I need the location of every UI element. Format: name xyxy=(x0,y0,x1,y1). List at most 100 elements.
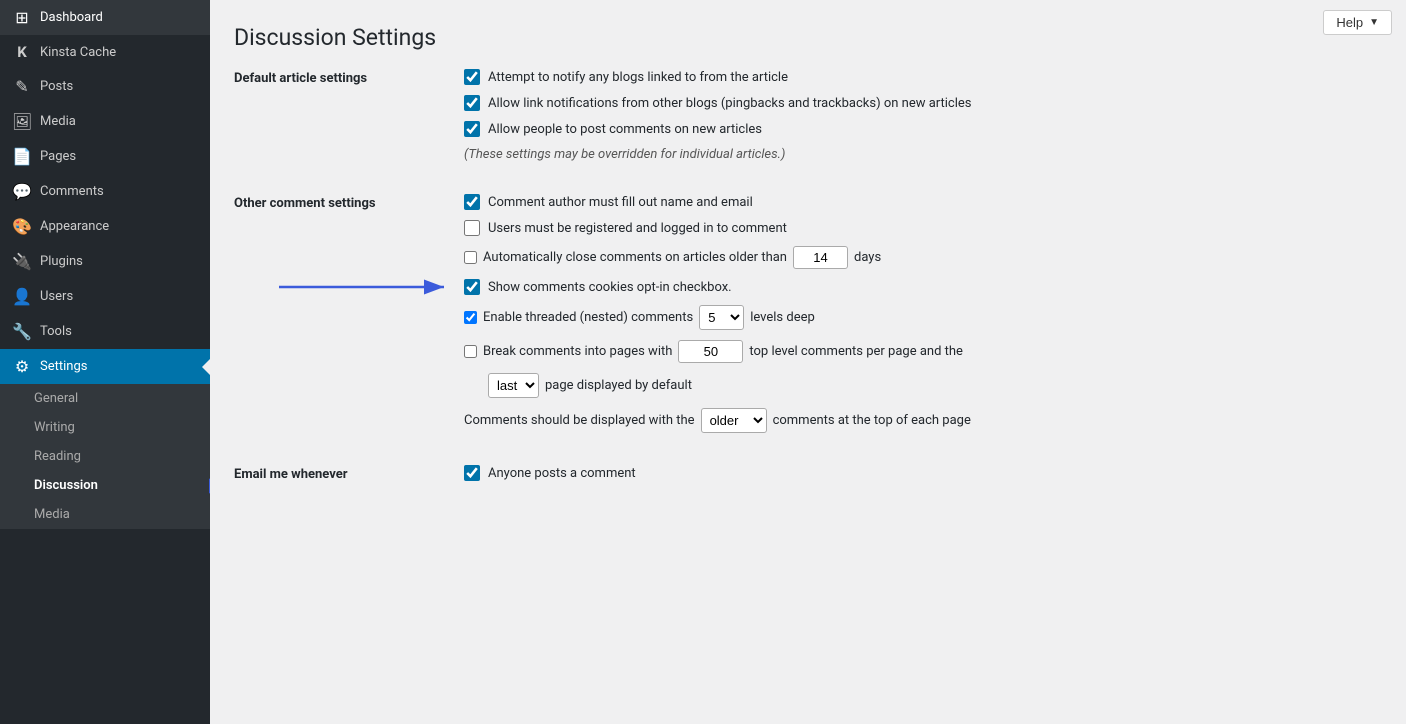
select-page-displayed[interactable]: first last xyxy=(488,373,539,398)
label-page-displayed: page displayed by default xyxy=(545,378,692,393)
submenu-item-media-settings[interactable]: Media xyxy=(0,500,210,529)
help-button[interactable]: Help ▼ xyxy=(1323,10,1392,35)
cookies-arrow-annotation xyxy=(279,276,454,298)
label-auto-close-after: days xyxy=(854,250,881,265)
media-icon: 🖼 xyxy=(12,112,32,131)
checkbox-allow-comments-label: Allow people to post comments on new art… xyxy=(488,122,762,137)
label-author-name-email: Comment author must fill out name and em… xyxy=(488,195,753,210)
article-settings-note: (These settings may be overridden for in… xyxy=(464,147,1386,162)
email-whenever-content: Anyone posts a comment xyxy=(464,465,1386,491)
sidebar-item-label: Appearance xyxy=(40,219,109,234)
checkbox-allow-pingbacks-label: Allow link notifications from other blog… xyxy=(488,96,972,111)
label-threaded-after: levels deep xyxy=(750,310,815,325)
sidebar-item-settings[interactable]: ⚙ Settings xyxy=(0,349,210,384)
submenu-item-discussion[interactable]: Discussion xyxy=(0,471,210,500)
row-author-name-email: Comment author must fill out name and em… xyxy=(464,194,1386,210)
sidebar-item-label: Media xyxy=(40,114,76,129)
label-comments-order-before: Comments should be displayed with the xyxy=(464,413,695,428)
kinsta-icon: K xyxy=(12,43,32,61)
default-article-content: Attempt to notify any blogs linked to fr… xyxy=(464,69,1386,172)
sidebar-item-users[interactable]: 👤 Users xyxy=(0,279,210,314)
submenu-item-general[interactable]: General xyxy=(0,384,210,413)
row-threaded-comments: Enable threaded (nested) comments 1234 5… xyxy=(464,305,1386,330)
label-registered-only: Users must be registered and logged in t… xyxy=(488,221,787,236)
checkbox-auto-close[interactable] xyxy=(464,251,477,264)
chevron-down-icon: ▼ xyxy=(1369,17,1379,28)
input-break-pages-count[interactable] xyxy=(678,340,743,363)
default-article-section: Default article settings Attempt to noti… xyxy=(234,69,1386,172)
checkbox-allow-pingbacks: Allow link notifications from other blog… xyxy=(464,95,1386,111)
sidebar-item-label: Users xyxy=(40,289,73,304)
checkbox-threaded-comments[interactable] xyxy=(464,311,477,324)
row-break-pages: Break comments into pages with top level… xyxy=(464,340,1386,363)
submenu-item-reading[interactable]: Reading xyxy=(0,442,210,471)
checkbox-allow-comments-input[interactable] xyxy=(464,121,480,137)
default-article-label: Default article settings xyxy=(234,69,464,86)
select-comments-order[interactable]: newer older xyxy=(701,408,767,433)
help-label: Help xyxy=(1336,15,1363,30)
posts-icon: ✎ xyxy=(12,77,32,96)
tools-icon: 🔧 xyxy=(12,322,32,341)
sidebar-item-label: Posts xyxy=(40,79,73,94)
checkbox-cookies-opt-in[interactable] xyxy=(464,279,480,295)
sidebar-item-plugins[interactable]: 🔌 Plugins xyxy=(0,244,210,279)
label-comments-order-after: comments at the top of each page xyxy=(773,413,971,428)
email-whenever-section: Email me whenever Anyone posts a comment xyxy=(234,465,1386,491)
row-auto-close: Automatically close comments on articles… xyxy=(464,246,1386,269)
checkbox-notify-blogs-input[interactable] xyxy=(464,69,480,85)
checkbox-allow-pingbacks-input[interactable] xyxy=(464,95,480,111)
other-comment-label: Other comment settings xyxy=(234,194,464,211)
checkbox-registered-only[interactable] xyxy=(464,220,480,236)
other-comment-section: Other comment settings Comment author mu… xyxy=(234,194,1386,443)
checkbox-break-pages[interactable] xyxy=(464,345,477,358)
sidebar-item-posts[interactable]: ✎ Posts xyxy=(0,69,210,104)
row-anyone-posts: Anyone posts a comment xyxy=(464,465,1386,481)
comments-icon: 💬 xyxy=(12,182,32,201)
sidebar-item-label: Dashboard xyxy=(40,10,103,25)
checkbox-notify-blogs: Attempt to notify any blogs linked to fr… xyxy=(464,69,1386,85)
sidebar-item-dashboard[interactable]: ⊞ Dashboard xyxy=(0,0,210,35)
appearance-icon: 🎨 xyxy=(12,217,32,236)
input-auto-close-days[interactable] xyxy=(793,246,848,269)
dashboard-icon: ⊞ xyxy=(12,8,32,27)
label-cookies-opt-in: Show comments cookies opt-in checkbox. xyxy=(488,280,732,295)
checkbox-author-name-email[interactable] xyxy=(464,194,480,210)
label-break-before: Break comments into pages with xyxy=(483,344,672,359)
row-cookies-checkbox: Show comments cookies opt-in checkbox. xyxy=(464,279,1386,295)
sidebar-item-label: Plugins xyxy=(40,254,83,269)
sidebar-item-appearance[interactable]: 🎨 Appearance xyxy=(0,209,210,244)
sidebar-item-comments[interactable]: 💬 Comments xyxy=(0,174,210,209)
pages-icon: 📄 xyxy=(12,147,32,166)
sidebar-item-label: Kinsta Cache xyxy=(40,45,116,60)
sidebar-item-media[interactable]: 🖼 Media xyxy=(0,104,210,139)
checkbox-anyone-posts[interactable] xyxy=(464,465,480,481)
checkbox-allow-comments: Allow people to post comments on new art… xyxy=(464,121,1386,137)
checkbox-notify-blogs-label: Attempt to notify any blogs linked to fr… xyxy=(488,70,788,85)
label-break-after: top level comments per page and the xyxy=(749,344,963,359)
active-indicator xyxy=(202,359,210,375)
label-auto-close-before: Automatically close comments on articles… xyxy=(483,250,787,265)
plugins-icon: 🔌 xyxy=(12,252,32,271)
label-threaded-before: Enable threaded (nested) comments xyxy=(483,310,693,325)
row-comments-order: Comments should be displayed with the ne… xyxy=(464,408,1386,433)
sidebar-item-tools[interactable]: 🔧 Tools xyxy=(0,314,210,349)
row-registered-only: Users must be registered and logged in t… xyxy=(464,220,1386,236)
sidebar-item-pages[interactable]: 📄 Pages xyxy=(0,139,210,174)
users-icon: 👤 xyxy=(12,287,32,306)
main-content: Help ▼ Discussion Settings Default artic… xyxy=(210,0,1406,724)
sidebar: ⊞ Dashboard K Kinsta Cache ✎ Posts 🖼 Med… xyxy=(0,0,210,724)
email-whenever-label: Email me whenever xyxy=(234,465,464,482)
sidebar-item-label: Settings xyxy=(40,359,87,374)
submenu-item-writing[interactable]: Writing xyxy=(0,413,210,442)
sidebar-item-kinsta-cache[interactable]: K Kinsta Cache xyxy=(0,35,210,69)
other-comment-content: Comment author must fill out name and em… xyxy=(464,194,1386,443)
sidebar-item-label: Tools xyxy=(40,324,72,339)
sidebar-item-label: Comments xyxy=(40,184,104,199)
label-anyone-posts: Anyone posts a comment xyxy=(488,466,636,481)
row-page-displayed: first last page displayed by default xyxy=(488,373,1386,398)
settings-submenu: General Writing Reading Discussion Media xyxy=(0,384,210,529)
select-threaded-depth[interactable]: 1234 567 8910 xyxy=(699,305,744,330)
sidebar-item-label: Pages xyxy=(40,149,76,164)
page-title: Discussion Settings xyxy=(234,24,1386,51)
settings-icon: ⚙ xyxy=(12,357,32,376)
